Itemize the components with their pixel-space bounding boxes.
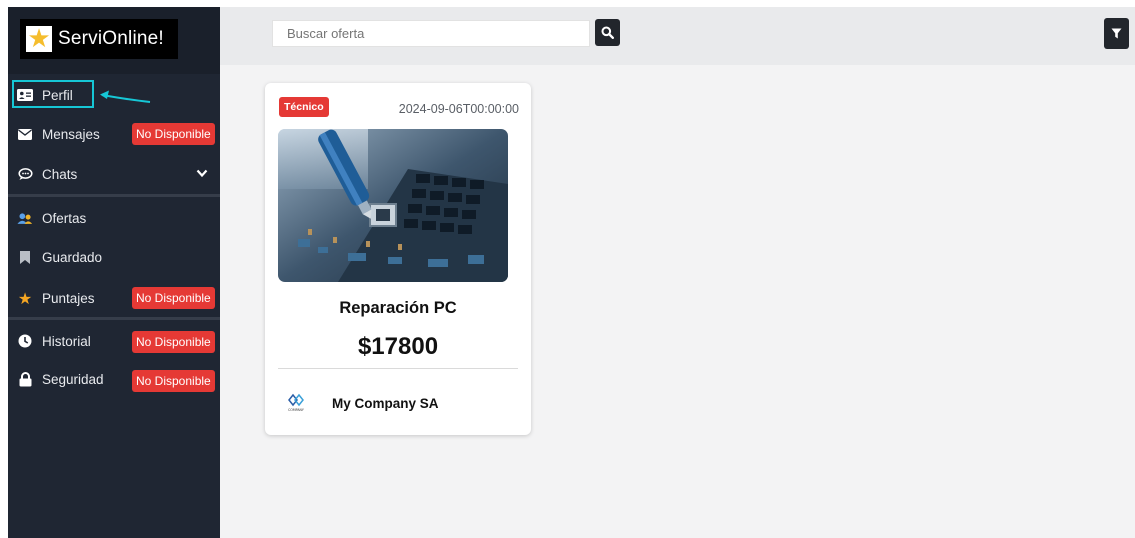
card-divider xyxy=(278,368,518,369)
sidebar-item-mensajes[interactable]: Mensajes No Disponible xyxy=(8,116,220,152)
search-button[interactable] xyxy=(595,19,620,46)
offer-card[interactable]: Técnico 2024-09-06T00:00:00 Reparación P… xyxy=(265,83,531,435)
brand-logo[interactable]: ★ ServiOnline! xyxy=(20,19,178,59)
filter-icon xyxy=(1111,28,1122,39)
star-icon: ★ xyxy=(17,288,33,308)
sidebar-divider xyxy=(8,194,220,197)
brand-bar: ★ ServiOnline! xyxy=(8,7,220,74)
sidebar-item-puntajes[interactable]: ★ Puntajes No Disponible xyxy=(8,280,220,316)
offer-title: Reparación PC xyxy=(339,299,457,317)
envelope-icon xyxy=(17,128,33,140)
unavailable-badge: No Disponible xyxy=(132,370,215,392)
category-badge: Técnico xyxy=(279,97,329,117)
sidebar-item-ofertas[interactable]: Ofertas xyxy=(8,200,220,236)
sidebar-item-label: Historial xyxy=(42,333,91,349)
offer-price: $17800 xyxy=(357,333,439,360)
sidebar-item-historial[interactable]: Historial No Disponible xyxy=(8,323,220,359)
focus-highlight xyxy=(12,80,94,108)
sidebar-item-label: Seguridad xyxy=(42,371,104,387)
sidebar-item-label: Mensajes xyxy=(42,126,100,142)
sidebar-item-label: Chats xyxy=(42,166,78,182)
sidebar-divider xyxy=(8,317,220,320)
search-input[interactable] xyxy=(272,20,590,47)
sidebar-item-label: Puntajes xyxy=(42,290,95,306)
unavailable-badge: No Disponible xyxy=(132,123,215,145)
offer-image xyxy=(278,129,508,282)
sidebar-item-chats[interactable]: Chats xyxy=(8,156,220,192)
lock-icon xyxy=(17,371,33,387)
chat-icon xyxy=(17,167,33,181)
sidebar-item-seguridad[interactable]: Seguridad No Disponible xyxy=(8,361,220,397)
brand-name: ServiOnline! xyxy=(58,28,164,49)
svg-text:COMPANY: COMPANY xyxy=(288,408,304,412)
unavailable-badge: No Disponible xyxy=(132,331,215,353)
annotation-arrow-icon xyxy=(100,90,151,103)
unavailable-badge: No Disponible xyxy=(132,287,215,309)
bookmark-icon xyxy=(17,250,33,264)
sidebar-item-guardado[interactable]: Guardado xyxy=(8,239,220,275)
sidebar-item-label: Ofertas xyxy=(42,210,87,226)
company-name: My Company SA xyxy=(332,396,439,411)
sidebar-item-label: Guardado xyxy=(42,249,103,265)
main-content: Técnico 2024-09-06T00:00:00 Reparación P… xyxy=(220,65,1135,538)
offer-date: 2024-09-06T00:00:00 xyxy=(398,102,519,116)
star-icon: ★ xyxy=(26,24,52,54)
filter-button[interactable] xyxy=(1104,18,1129,49)
chevron-down-icon[interactable] xyxy=(196,166,208,181)
clock-icon xyxy=(17,334,33,348)
users-icon xyxy=(17,212,33,225)
sidebar: ★ ServiOnline! Perfil Mensajes No Dispon… xyxy=(8,7,220,538)
app-frame: ★ ServiOnline! Perfil Mensajes No Dispon… xyxy=(8,7,1135,538)
search-icon xyxy=(601,26,614,39)
company-logo: COMPANY xyxy=(285,391,307,413)
topbar xyxy=(220,7,1135,65)
